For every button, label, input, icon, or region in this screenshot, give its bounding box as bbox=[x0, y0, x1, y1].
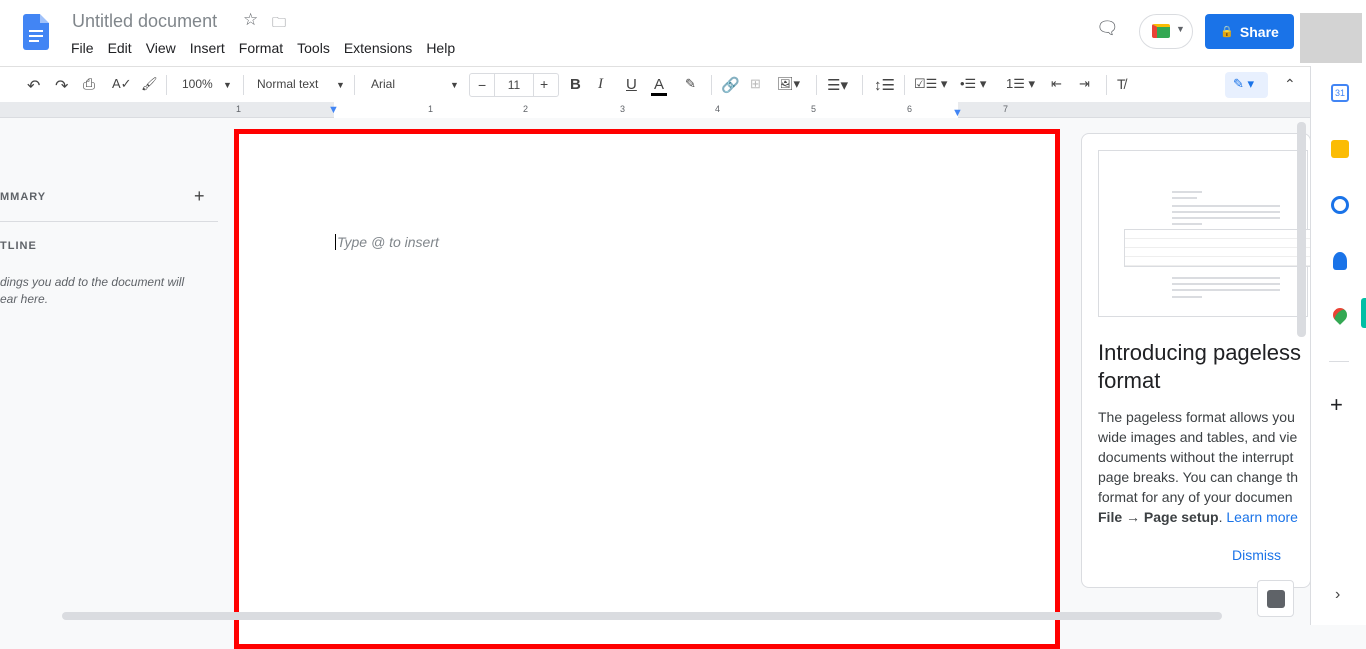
page-setup-path: File → Page setup bbox=[1098, 509, 1219, 525]
chevron-down-icon: ▼ bbox=[223, 80, 232, 90]
underline-icon[interactable]: U bbox=[626, 76, 637, 93]
increase-font-size-button[interactable]: + bbox=[540, 76, 548, 92]
ruler-label: 5 bbox=[811, 104, 817, 114]
menu-bar: File Edit View Insert Format Tools Exten… bbox=[71, 40, 469, 56]
menu-file[interactable]: File bbox=[71, 40, 94, 56]
pageless-illustration bbox=[1098, 150, 1310, 317]
right-indent-handle[interactable]: ▼ bbox=[952, 107, 963, 119]
insert-image-icon[interactable]: 🖼▾ bbox=[777, 76, 800, 92]
move-folder-icon[interactable]: 🗀 bbox=[272, 12, 286, 36]
avatar[interactable] bbox=[1300, 13, 1362, 63]
highlight-icon[interactable]: ✎ bbox=[685, 76, 696, 92]
numbered-list-icon[interactable]: 1☰ ▾ bbox=[1006, 76, 1035, 92]
add-comment-icon[interactable]: ⊞ bbox=[750, 76, 761, 92]
share-button[interactable]: 🔒 Share bbox=[1205, 14, 1294, 49]
side-panel: 31 + › bbox=[1310, 66, 1366, 625]
explore-button[interactable] bbox=[1257, 580, 1294, 617]
tasks-icon[interactable] bbox=[1331, 196, 1349, 214]
menu-help[interactable]: Help bbox=[426, 40, 455, 56]
redo-icon[interactable]: ↷ bbox=[55, 76, 68, 96]
horizontal-scrollbar[interactable] bbox=[62, 612, 1222, 620]
print-icon[interactable]: ⎙ bbox=[83, 76, 95, 93]
zoom-select[interactable]: 100% bbox=[182, 77, 213, 91]
font-select[interactable]: Arial bbox=[371, 77, 395, 91]
chevron-down-icon: ▼ bbox=[336, 80, 345, 90]
ruler-label: 1 bbox=[428, 104, 434, 114]
star-icon[interactable]: ☆ bbox=[243, 10, 258, 30]
ruler: 1 1 2 3 4 5 6 7 ▼ ▼ bbox=[0, 102, 1310, 119]
ruler-label: 6 bbox=[907, 104, 913, 114]
collapse-toolbar-icon[interactable]: ⌃ bbox=[1284, 76, 1296, 93]
paint-format-icon[interactable]: 🖌 bbox=[141, 76, 158, 92]
italic-icon[interactable]: I bbox=[598, 76, 603, 93]
menu-extensions[interactable]: Extensions bbox=[344, 40, 412, 56]
card-body: The pageless format allows you wide imag… bbox=[1098, 409, 1299, 525]
meet-icon bbox=[1152, 24, 1170, 38]
bulleted-list-icon[interactable]: •☰ ▾ bbox=[960, 76, 986, 92]
summary-heading: MMARY bbox=[0, 191, 47, 203]
pageless-intro-card: Introducing pageless format The pageless … bbox=[1081, 133, 1311, 588]
left-indent-handle[interactable]: ▼ bbox=[328, 104, 339, 116]
lock-icon: 🔒 bbox=[1220, 26, 1234, 38]
text-color-icon[interactable]: A bbox=[651, 76, 668, 96]
calendar-icon[interactable]: 31 bbox=[1331, 84, 1349, 102]
card-title: Introducing pageless format bbox=[1098, 340, 1302, 393]
maps-icon[interactable] bbox=[1330, 305, 1350, 325]
decrease-font-size-button[interactable]: − bbox=[478, 77, 486, 93]
vertical-scrollbar[interactable] bbox=[1297, 122, 1306, 337]
outline-heading: TLINE bbox=[0, 240, 37, 252]
spellcheck-icon[interactable]: A✓ bbox=[112, 76, 132, 92]
undo-icon[interactable]: ↶ bbox=[27, 76, 40, 96]
editing-mode-button[interactable]: ✎ ▾ bbox=[1225, 72, 1268, 98]
meet-button[interactable]: ▼ bbox=[1139, 14, 1193, 49]
decrease-indent-icon[interactable]: ⇤ bbox=[1051, 76, 1062, 92]
expand-panel-icon[interactable]: › bbox=[1335, 586, 1340, 604]
style-select[interactable]: Normal text bbox=[257, 77, 318, 91]
increase-indent-icon[interactable]: ⇥ bbox=[1079, 76, 1090, 92]
align-icon[interactable]: ☰▾ bbox=[827, 76, 848, 94]
header: Untitled document ☆ 🗀 File Edit View Ins… bbox=[0, 0, 1366, 66]
document-page[interactable]: Type @ to insert bbox=[234, 129, 1060, 649]
link-icon[interactable]: 🔗 bbox=[721, 76, 740, 94]
ruler-label: 2 bbox=[523, 104, 529, 114]
font-size-input[interactable]: 11 bbox=[494, 74, 534, 96]
sparkle-icon bbox=[1267, 590, 1285, 608]
menu-tools[interactable]: Tools bbox=[297, 40, 330, 56]
outline-hint: dings you add to the document will bbox=[0, 275, 185, 289]
learn-more-link[interactable]: Learn more bbox=[1226, 509, 1298, 525]
chevron-down-icon: ▼ bbox=[1176, 24, 1185, 34]
add-app-icon[interactable]: + bbox=[1330, 392, 1343, 418]
ruler-label: 7 bbox=[1003, 104, 1009, 114]
line-spacing-icon[interactable]: ↕☰ bbox=[874, 76, 895, 94]
clear-formatting-icon[interactable]: T̸ bbox=[1117, 76, 1126, 92]
active-indicator bbox=[1361, 298, 1366, 328]
chevron-down-icon: ▼ bbox=[450, 80, 459, 90]
toolbar: ↶ ↷ ⎙ A✓ 🖌 100% ▼ Normal text ▼ Arial ▼ … bbox=[0, 66, 1310, 102]
share-label: Share bbox=[1239, 23, 1279, 40]
checklist-icon[interactable]: ☑☰ ▾ bbox=[914, 76, 947, 92]
menu-insert[interactable]: Insert bbox=[190, 40, 225, 56]
menu-view[interactable]: View bbox=[146, 40, 176, 56]
ruler-label: 3 bbox=[620, 104, 626, 114]
contacts-icon[interactable] bbox=[1333, 252, 1347, 270]
menu-edit[interactable]: Edit bbox=[108, 40, 132, 56]
comments-icon[interactable]: 🗨 bbox=[1096, 18, 1119, 39]
font-size-stepper: − 11 + bbox=[469, 73, 559, 97]
ruler-label: 1 bbox=[236, 104, 242, 114]
ruler-label: 4 bbox=[715, 104, 721, 114]
document-title[interactable]: Untitled document bbox=[72, 11, 217, 32]
add-summary-icon[interactable]: + bbox=[194, 186, 205, 207]
menu-format[interactable]: Format bbox=[239, 40, 283, 56]
bold-icon[interactable]: B bbox=[570, 76, 581, 93]
pencil-icon: ✎ ▾ bbox=[1233, 76, 1255, 91]
keep-icon[interactable] bbox=[1331, 140, 1349, 158]
outline-hint: ear here. bbox=[0, 292, 49, 306]
document-placeholder[interactable]: Type @ to insert bbox=[335, 234, 439, 250]
docs-logo-icon[interactable] bbox=[23, 14, 49, 50]
dismiss-button[interactable]: Dismiss bbox=[1232, 547, 1281, 563]
